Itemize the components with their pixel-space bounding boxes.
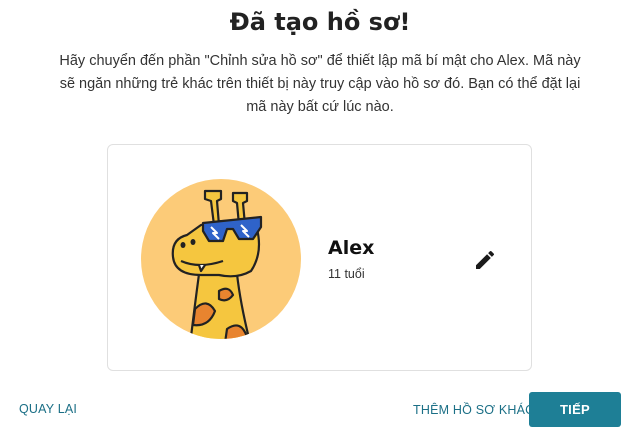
giraffe-avatar-icon (141, 179, 301, 339)
profile-name: Alex (328, 237, 375, 259)
back-button[interactable]: QUAY LẠI (19, 402, 77, 416)
edit-profile-button[interactable] (470, 245, 500, 275)
next-button[interactable]: TIẾP (529, 392, 621, 427)
profile-card: Alex 11 tuổi (107, 144, 532, 371)
add-another-profile-button[interactable]: THÊM HỒ SƠ KHÁC (413, 403, 534, 417)
page-description: Hãy chuyển đến phần "Chỉnh sửa hồ sơ" để… (59, 53, 581, 115)
page-title: Đã tạo hồ sơ! (229, 8, 411, 36)
pencil-icon (476, 250, 495, 269)
profile-age: 11 tuổi (328, 267, 365, 281)
